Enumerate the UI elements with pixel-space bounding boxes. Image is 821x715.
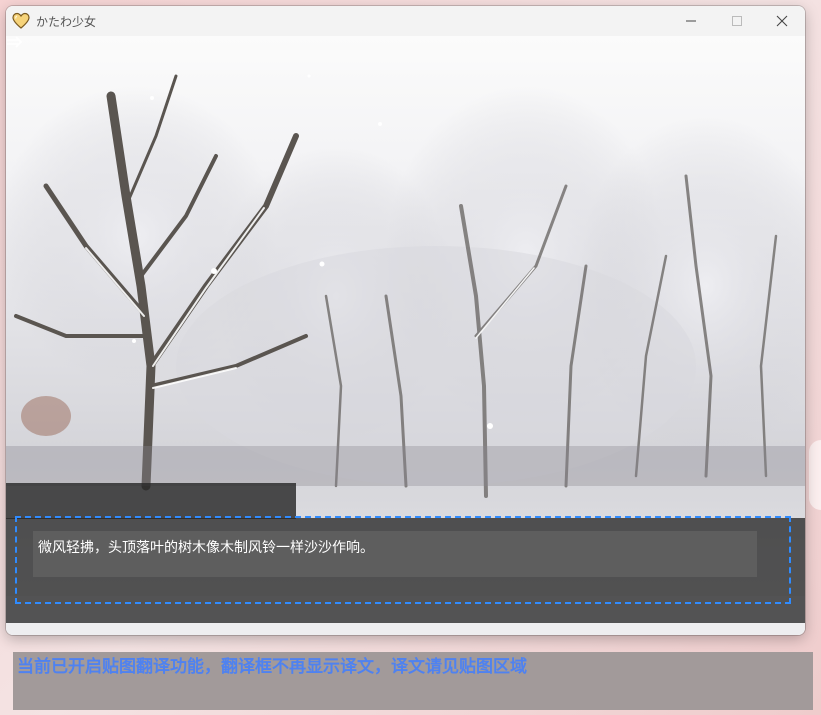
- maximize-icon: [732, 16, 742, 26]
- title-bar[interactable]: かたわ少女: [6, 6, 805, 36]
- minimize-icon: [686, 20, 696, 22]
- background-window-edge: [809, 440, 821, 510]
- heart-icon: [12, 12, 30, 29]
- translation-region-frame[interactable]: [15, 516, 791, 604]
- minimize-button[interactable]: [668, 6, 714, 36]
- close-button[interactable]: [759, 6, 805, 36]
- arrow-right-icon[interactable]: [6, 36, 22, 48]
- game-scene[interactable]: 微风轻拂，头顶落叶的树木像木制风铃一样沙沙作响。: [6, 36, 805, 635]
- dialog-name-tab: [6, 483, 296, 519]
- window-title: かたわ少女: [36, 15, 97, 29]
- game-window: かたわ少女 微风轻拂，头顶落叶的树木像木制风铃一样沙沙作响。: [6, 6, 805, 635]
- close-icon: [776, 15, 788, 27]
- maximize-button[interactable]: [714, 6, 760, 36]
- desktop: { "window": { "title": "かたわ少女", "icon": …: [0, 0, 821, 715]
- translation-notice-text: 当前已开启贴图翻译功能，翻译框不再显示译文，译文请见贴图区域: [17, 657, 527, 677]
- translation-notice-bar: 当前已开启贴图翻译功能，翻译框不再显示译文，译文请见贴图区域: [13, 652, 813, 710]
